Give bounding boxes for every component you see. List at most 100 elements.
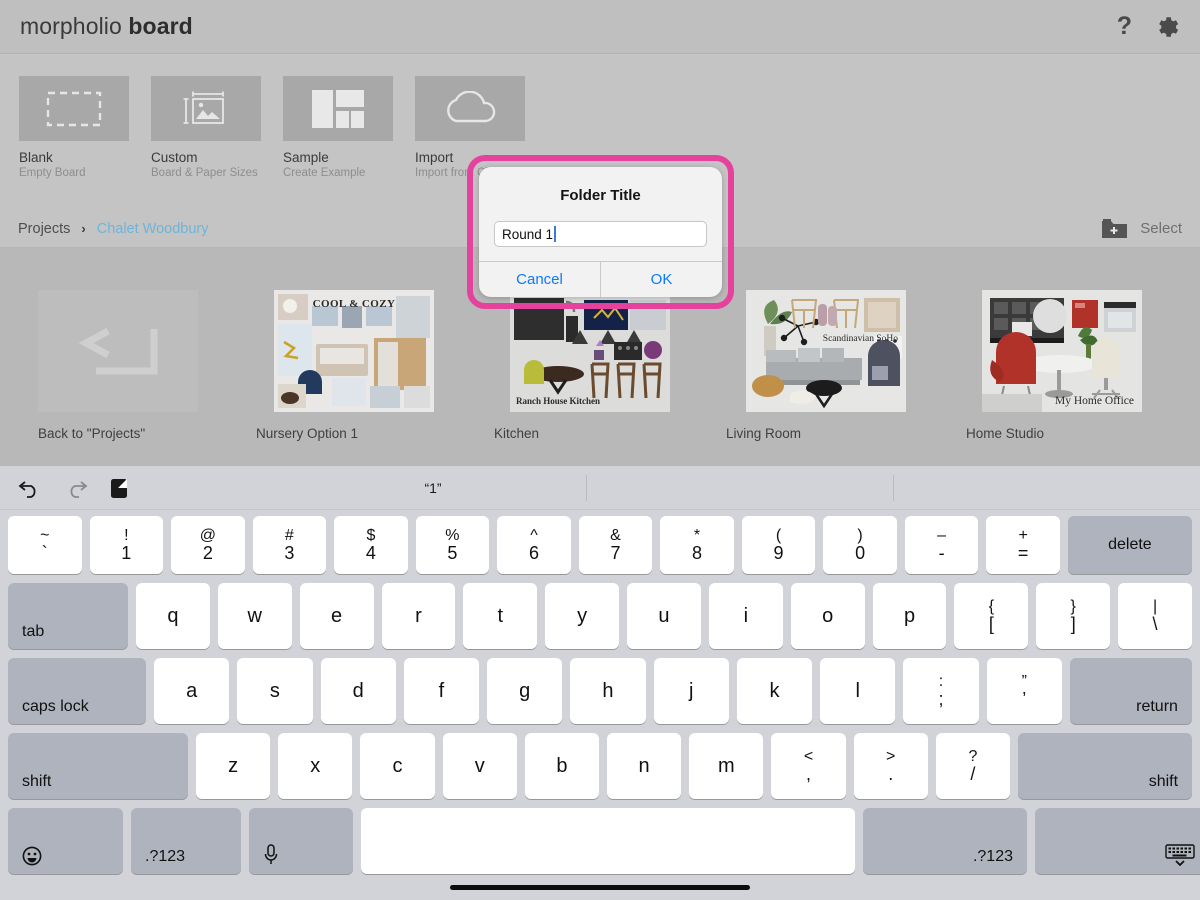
folder-title-input[interactable]: Round 1 [494, 221, 707, 247]
key-emoji[interactable] [8, 808, 123, 874]
cloud-icon [441, 91, 499, 127]
back-thumb[interactable] [38, 290, 198, 412]
board-thumbnail[interactable]: COOL & COZY [274, 290, 434, 412]
key-e[interactable]: e [300, 583, 374, 649]
key-numbers-right[interactable]: .?123 [863, 808, 1027, 874]
key-c[interactable]: c [360, 733, 434, 799]
redo-icon[interactable] [64, 478, 88, 498]
key-q[interactable]: q [136, 583, 210, 649]
key-equals[interactable]: + = [986, 516, 1060, 574]
board-thumbnail[interactable]: Scandinavian SoHo [746, 290, 906, 412]
template-custom-thumb[interactable] [151, 76, 261, 141]
gear-icon[interactable] [1154, 14, 1180, 40]
key-minus[interactable]: – - [905, 516, 979, 574]
key-bracket-left[interactable]: { [ [954, 583, 1028, 649]
key-top-label: & [610, 527, 621, 544]
template-blank[interactable]: Blank Empty Board [19, 76, 129, 210]
key-p[interactable]: p [873, 583, 947, 649]
key-1[interactable]: ! 1 [90, 516, 164, 574]
board-item-kitchen[interactable]: Ranch House Kitchen Kitchen [472, 290, 708, 466]
key-0[interactable]: ) 0 [823, 516, 897, 574]
key-z[interactable]: z [196, 733, 270, 799]
key-shift-right[interactable]: shift [1018, 733, 1192, 799]
key-bottom-label: 7 [610, 544, 620, 563]
key-7[interactable]: & 7 [579, 516, 653, 574]
key-top-label: ~ [40, 527, 49, 544]
key-3[interactable]: # 3 [253, 516, 327, 574]
key-d[interactable]: d [321, 658, 396, 724]
board-item-living-room[interactable]: Scandinavian SoHo Living Room [708, 290, 944, 466]
cancel-button[interactable]: Cancel [479, 262, 600, 297]
board-thumbnail[interactable]: My Home Office [982, 290, 1142, 412]
help-icon[interactable]: ? [1117, 14, 1132, 39]
top-bar-actions: ? [1117, 14, 1180, 40]
key-microphone[interactable] [249, 808, 353, 874]
key-x[interactable]: x [278, 733, 352, 799]
key-r[interactable]: r [382, 583, 456, 649]
breadcrumb-current[interactable]: Chalet Woodbury [97, 221, 209, 237]
key-a[interactable]: a [154, 658, 229, 724]
key-delete[interactable]: delete [1068, 516, 1192, 574]
key-top-label: : [939, 673, 943, 690]
key-top-label: % [445, 527, 459, 544]
select-button[interactable]: Select [1140, 220, 1182, 237]
keyboard-suggestions: “1” [280, 466, 1200, 510]
ok-button[interactable]: OK [600, 262, 722, 297]
key-dismiss-keyboard[interactable] [1035, 808, 1200, 874]
key-6[interactable]: ^ 6 [497, 516, 571, 574]
template-blank-thumb[interactable] [19, 76, 129, 141]
key-s[interactable]: s [237, 658, 312, 724]
key-t[interactable]: t [463, 583, 537, 649]
template-sample[interactable]: Sample Create Example [283, 76, 393, 210]
key-bracket-right[interactable]: } ] [1036, 583, 1110, 649]
key-8[interactable]: * 8 [660, 516, 734, 574]
key-tab[interactable]: tab [8, 583, 128, 649]
key-5[interactable]: % 5 [416, 516, 490, 574]
key-b[interactable]: b [525, 733, 599, 799]
key-9[interactable]: ( 9 [742, 516, 816, 574]
key-n[interactable]: n [607, 733, 681, 799]
key-bottom-label: 6 [529, 544, 539, 563]
key-shift-left[interactable]: shift [8, 733, 188, 799]
key-slash[interactable]: ? / [936, 733, 1010, 799]
board-item-nursery[interactable]: COOL & COZY Nursery Option 1 [236, 290, 472, 466]
key-i[interactable]: i [709, 583, 783, 649]
key-numbers-left[interactable]: .?123 [131, 808, 241, 874]
breadcrumb-root[interactable]: Projects [18, 221, 70, 237]
board-back-tile[interactable]: Back to "Projects" [0, 290, 236, 466]
key-y[interactable]: y [545, 583, 619, 649]
board-item-home-studio[interactable]: My Home Office Home Studio [944, 290, 1180, 466]
key-j[interactable]: j [654, 658, 729, 724]
key-semicolon[interactable]: : ; [903, 658, 978, 724]
key-h[interactable]: h [570, 658, 645, 724]
suggestion-item[interactable] [587, 475, 894, 501]
key-g[interactable]: g [487, 658, 562, 724]
template-custom[interactable]: Custom Board & Paper Sizes [151, 76, 261, 210]
undo-icon[interactable] [18, 478, 42, 498]
key-l[interactable]: l [820, 658, 895, 724]
folder-plus-icon[interactable] [1101, 218, 1128, 240]
suggestion-item[interactable]: “1” [280, 475, 587, 501]
template-import-thumb[interactable] [415, 76, 525, 141]
key-backtick[interactable]: ~ ` [8, 516, 82, 574]
key-comma[interactable]: < , [771, 733, 845, 799]
key-caps-lock[interactable]: caps lock [8, 658, 146, 724]
suggestion-item[interactable] [894, 475, 1200, 501]
key-o[interactable]: o [791, 583, 865, 649]
template-sample-thumb[interactable] [283, 76, 393, 141]
key-quote[interactable]: ” ’ [987, 658, 1062, 724]
key-u[interactable]: u [627, 583, 701, 649]
key-4[interactable]: $ 4 [334, 516, 408, 574]
key-k[interactable]: k [737, 658, 812, 724]
paste-icon[interactable] [110, 477, 128, 499]
key-w[interactable]: w [218, 583, 292, 649]
keyboard-toolbar-icons [18, 477, 128, 499]
key-space[interactable] [361, 808, 855, 874]
key-return[interactable]: return [1070, 658, 1192, 724]
key-backslash[interactable]: | \ [1118, 583, 1192, 649]
key-f[interactable]: f [404, 658, 479, 724]
key-2[interactable]: @ 2 [171, 516, 245, 574]
key-v[interactable]: v [443, 733, 517, 799]
key-m[interactable]: m [689, 733, 763, 799]
key-period[interactable]: > . [854, 733, 928, 799]
